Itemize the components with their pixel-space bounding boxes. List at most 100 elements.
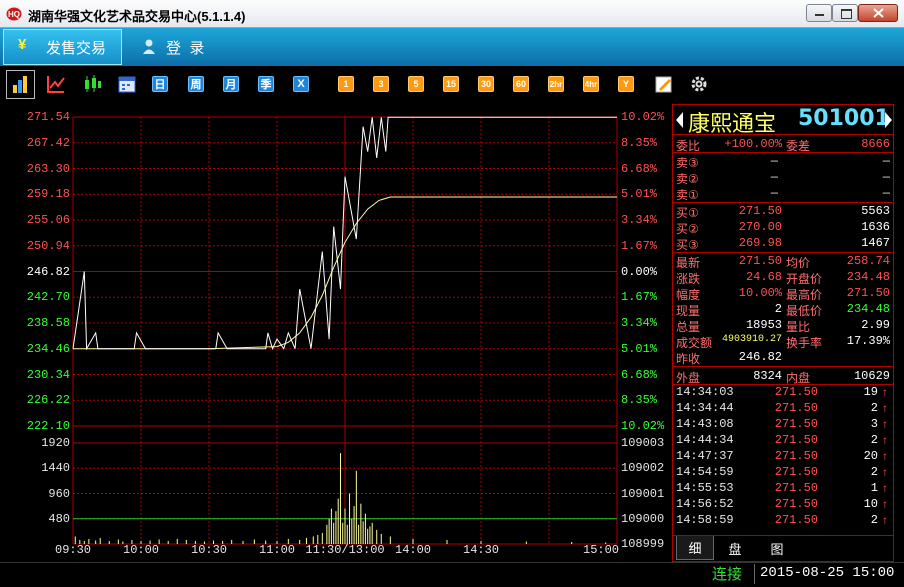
minute-15-button[interactable]: 15 [443, 76, 459, 92]
price-axis-label: 263.30 [26, 161, 70, 176]
trade-price: 271.50 [774, 449, 818, 463]
next-stock-arrow-icon[interactable] [884, 110, 894, 130]
stat-label: 昨收 [676, 352, 701, 366]
percent-axis-label: 1.67% [621, 238, 658, 253]
minimize-button[interactable] [806, 4, 832, 22]
minute-60-button[interactable]: 60 [513, 76, 529, 92]
outer-volume-value: 8324 [753, 369, 782, 383]
percent-axis-label: 10.02% [621, 110, 665, 124]
up-arrow-icon: ↑ [882, 497, 888, 511]
trade-time: 14:44:34 [676, 433, 734, 447]
tab-orderbook[interactable]: 盘 [716, 536, 754, 560]
trade-price: 271.50 [774, 465, 818, 479]
stat-label-2: 换手率 [786, 336, 823, 350]
stat-label-2: 量比 [786, 320, 811, 334]
period-x-button[interactable]: X [293, 76, 309, 92]
close-button[interactable] [858, 4, 898, 22]
panel-divider [673, 134, 893, 135]
hour-4-button[interactable]: 4hr [583, 76, 599, 92]
bar-chart-icon [13, 76, 27, 93]
gear-icon[interactable] [689, 74, 709, 94]
tab-login[interactable]: 登 录 [166, 37, 204, 58]
ask-volume: — [882, 186, 890, 200]
price-axis-label: 234.46 [26, 341, 70, 356]
period-day-button[interactable]: 日 [152, 76, 168, 92]
stat-value: 10.00% [738, 286, 782, 300]
main-tab-bar [0, 28, 904, 66]
app-logo-icon: HQ [6, 7, 22, 21]
calendar-icon[interactable] [117, 74, 137, 94]
period-month-button[interactable]: 月 [223, 76, 239, 92]
stat-value: 24.68 [745, 270, 782, 284]
maximize-button[interactable] [832, 4, 858, 22]
bid-volume: 1636 [861, 220, 890, 234]
hour-2-button[interactable]: 2hr [548, 76, 564, 92]
percent-axis-label: 0.00% [621, 264, 658, 279]
up-arrow-icon: ↑ [882, 481, 888, 495]
volume-right-axis-label: 109001 [621, 486, 665, 501]
ask-price: — [770, 154, 778, 168]
intraday-chart-button[interactable] [6, 70, 35, 99]
period-quarter-button[interactable]: 季 [258, 76, 274, 92]
stat-label-2: 均价 [786, 256, 811, 270]
minute-5-button[interactable]: 5 [408, 76, 424, 92]
percent-axis-label: 5.01% [621, 187, 658, 202]
period-week-button[interactable]: 周 [188, 76, 204, 92]
trade-time: 14:58:59 [676, 513, 734, 527]
trade-price: 271.50 [774, 513, 818, 527]
trade-price: 271.50 [774, 401, 818, 415]
prev-stock-arrow-icon[interactable] [674, 110, 684, 130]
minute-3-button[interactable]: 3 [373, 76, 389, 92]
ask-price: — [770, 186, 778, 200]
trade-time: 14:56:52 [676, 497, 734, 511]
volume-axis-label: 960 [48, 486, 70, 501]
trade-volume: 1 [870, 481, 878, 495]
trade-volume: 2 [870, 465, 878, 479]
time-axis-label: 11:30/13:00 [305, 543, 385, 557]
stat-label: 涨跌 [676, 272, 701, 286]
percent-axis-label: 3.34% [621, 213, 658, 227]
minute-30-button[interactable]: 30 [478, 76, 494, 92]
year-button[interactable]: Y [618, 76, 634, 92]
up-arrow-icon: ↑ [882, 433, 888, 447]
percent-axis-label: 8.35% [621, 393, 658, 408]
trade-time: 14:47:37 [676, 449, 734, 463]
price-axis-label: 242.70 [26, 290, 70, 305]
trade-time: 14:34:03 [676, 385, 734, 399]
trade-price: 271.50 [774, 385, 818, 399]
bid-volume: 1467 [861, 236, 890, 250]
inner-volume-value: 10629 [853, 369, 890, 383]
percent-axis-label: 5.01% [621, 341, 658, 356]
user-icon [143, 39, 155, 54]
percent-axis-label: 6.68% [621, 367, 658, 382]
yen-icon: ¥ [18, 36, 27, 53]
tab-chart[interactable]: 图 [758, 536, 796, 560]
price-axis-label: 250.94 [26, 238, 70, 253]
bid-level-label: 买② [676, 222, 699, 236]
ask-level-label: 卖③ [676, 156, 699, 170]
maximize-icon [841, 9, 852, 19]
trade-price: 271.50 [774, 433, 818, 447]
candlestick-icon[interactable] [82, 74, 102, 94]
draw-pencil-icon[interactable] [654, 74, 674, 94]
price-axis-label: 222.10 [26, 419, 70, 433]
bid-volume: 5563 [861, 204, 890, 218]
minimize-icon [815, 14, 824, 16]
trade-volume: 10 [863, 497, 878, 511]
panel-divider [673, 152, 893, 153]
tab-detail[interactable]: 细 [676, 536, 714, 560]
ask-price: — [770, 170, 778, 184]
stat-label-2: 开盘价 [786, 272, 823, 286]
minute-1-button[interactable]: 1 [338, 76, 354, 92]
panel-divider [673, 366, 893, 367]
time-axis-label: 10:00 [123, 543, 160, 557]
trade-time: 14:55:53 [676, 481, 734, 495]
intraday-chart[interactable] [0, 104, 670, 562]
up-arrow-icon: ↑ [882, 385, 888, 399]
up-arrow-icon: ↑ [882, 465, 888, 479]
percent-axis-label: 10.02% [621, 419, 665, 433]
stat-value-2: 271.50 [846, 286, 890, 300]
line-chart-icon[interactable] [46, 74, 66, 94]
ask-volume: — [882, 170, 890, 184]
tab-issue-trading-label: 发售交易 [46, 40, 107, 57]
